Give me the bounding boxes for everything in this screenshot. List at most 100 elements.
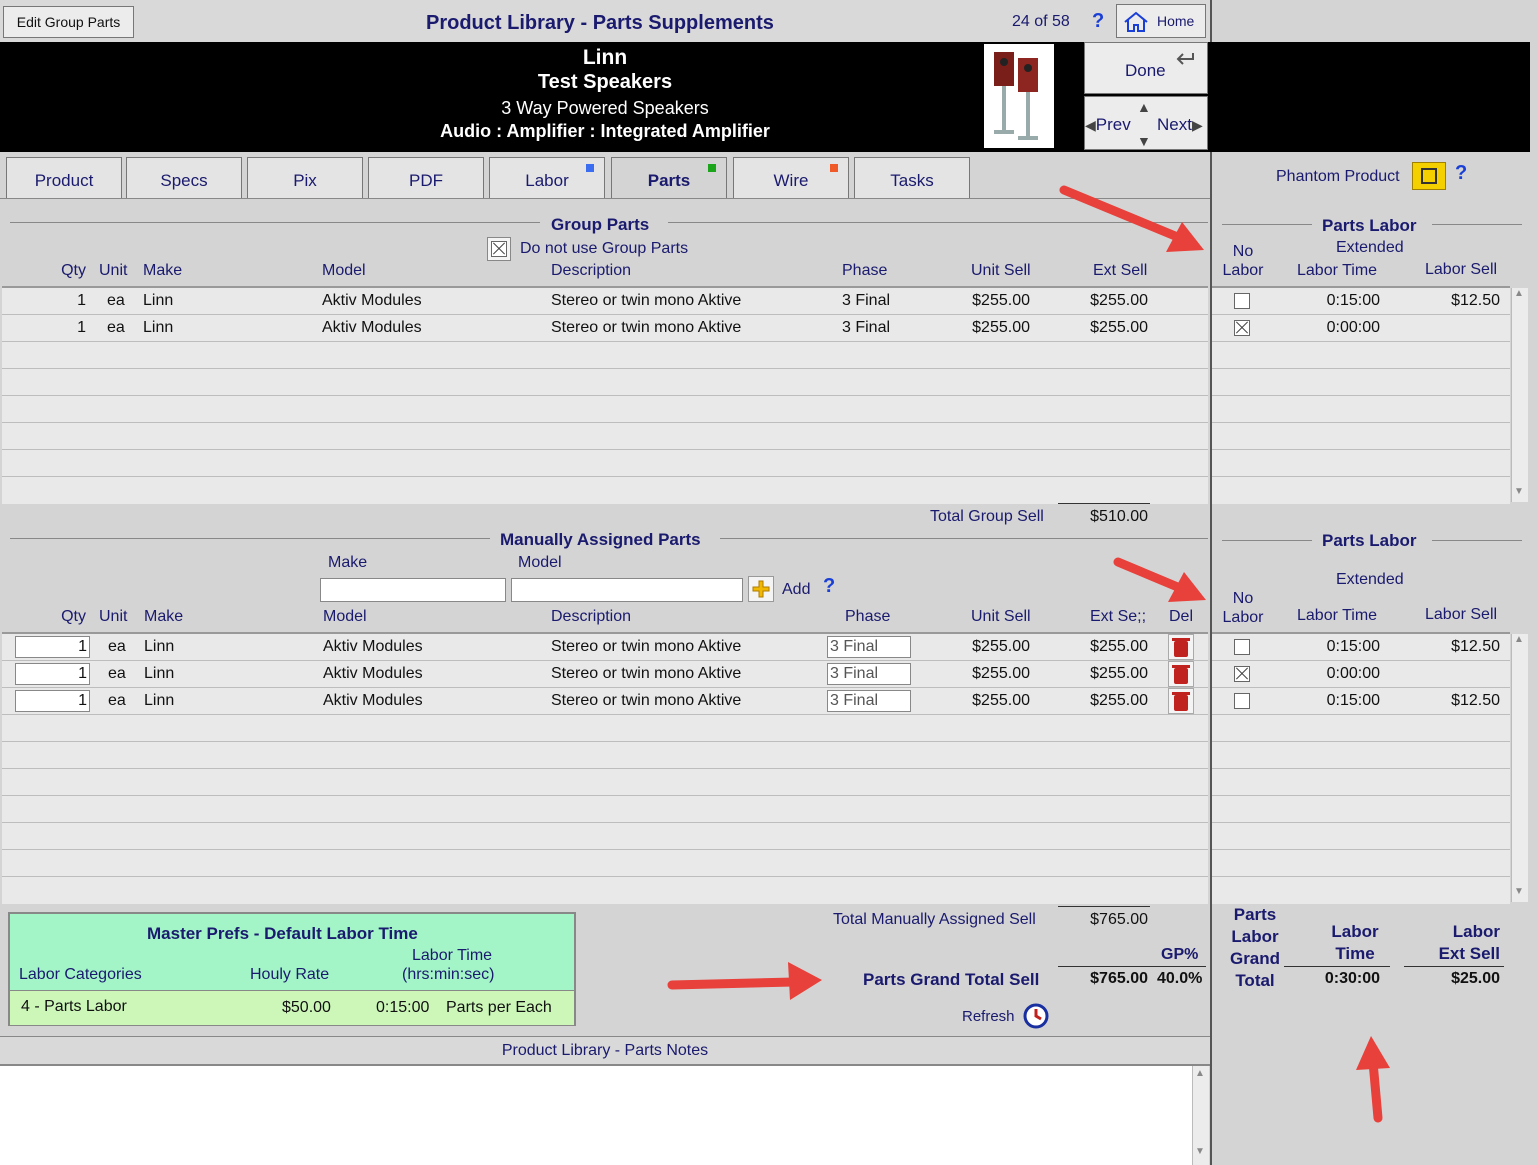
phase-input[interactable]: 3 Final: [827, 636, 911, 658]
tab-labor[interactable]: Labor: [489, 157, 605, 199]
no-labor-label: No: [1232, 243, 1254, 260]
cell-labor-time: 0:15:00: [1326, 692, 1380, 709]
help-icon[interactable]: ?: [823, 575, 835, 598]
refresh-label[interactable]: Refresh: [962, 1008, 1015, 1025]
no-labor-label: Labor: [1222, 262, 1264, 279]
scroll-down-icon[interactable]: ▼: [1514, 486, 1524, 497]
next-button[interactable]: Next▶: [1157, 115, 1203, 135]
delete-button[interactable]: [1168, 634, 1194, 660]
table-row[interactable]: 4 - Parts Labor $50.00 0:15:00 Parts per…: [10, 990, 574, 1025]
trash-icon: [1172, 638, 1190, 657]
cell-rate: $50.00: [282, 999, 331, 1016]
grand-total-label: Parts Grand Total Sell: [863, 970, 1040, 989]
no-labor-checkbox[interactable]: [1234, 293, 1250, 309]
home-button[interactable]: Home: [1116, 4, 1206, 38]
cell-phase: 3 Final: [842, 292, 891, 309]
scroll-up-icon[interactable]: ▲: [1514, 288, 1524, 299]
qty-input[interactable]: 1: [15, 663, 90, 685]
model-label: Model: [518, 554, 562, 571]
no-labor-checkbox[interactable]: [1234, 639, 1250, 655]
make-input[interactable]: [320, 578, 506, 602]
labor-grand-title-line: Labor: [1231, 927, 1279, 946]
labor-sell-label: Labor Sell: [1425, 261, 1498, 278]
scroll-down-icon[interactable]: ▼: [1137, 131, 1151, 151]
section-rule: [1432, 540, 1522, 541]
parts-labor-title: Parts Labor: [1322, 216, 1417, 235]
gp-label: GP%: [1161, 946, 1199, 963]
model-input[interactable]: [511, 578, 743, 602]
cell-unit: ea: [108, 692, 126, 709]
add-label[interactable]: Add: [782, 581, 810, 599]
cell-unit: ea: [108, 638, 126, 655]
edit-group-parts-button[interactable]: Edit Group Parts: [3, 6, 134, 38]
no-labor-label: Labor: [1222, 609, 1264, 626]
tab-product[interactable]: Product: [6, 157, 122, 199]
section-rule: [668, 222, 1208, 223]
cell-model: Aktiv Modules: [322, 319, 422, 336]
extended-label: Extended: [1336, 571, 1404, 588]
scroll-down-icon[interactable]: ▼: [1195, 1146, 1205, 1157]
checkbox-checked-icon: [491, 241, 507, 257]
done-button[interactable]: Done: [1084, 42, 1208, 94]
scroll-down-icon[interactable]: ▼: [1514, 886, 1524, 897]
delete-button[interactable]: [1168, 688, 1194, 714]
record-count: 24 of 58: [1012, 13, 1070, 30]
tab-label: Parts: [647, 171, 691, 190]
tab-tasks[interactable]: Tasks: [854, 157, 970, 199]
next-label: Next: [1157, 115, 1192, 134]
cell-qty: 1: [77, 319, 86, 336]
master-prefs-panel: Master Prefs - Default Labor Time Labor …: [8, 912, 576, 1026]
help-icon[interactable]: ?: [1455, 162, 1467, 185]
help-icon[interactable]: ?: [1092, 10, 1104, 33]
col-model: Model: [322, 262, 366, 279]
tab-label: Specs: [160, 171, 208, 190]
phase-input[interactable]: 3 Final: [827, 663, 911, 685]
add-part-button[interactable]: [748, 576, 774, 602]
qty-input[interactable]: 1: [15, 636, 90, 658]
header-line: Labor: [1452, 922, 1500, 941]
notes-textarea[interactable]: [0, 1066, 1192, 1165]
no-labor-checkbox[interactable]: [1234, 666, 1250, 682]
tab-specs[interactable]: Specs: [126, 157, 242, 199]
extended-label: Extended: [1336, 239, 1404, 256]
cell-basis: Parts per Each: [446, 999, 552, 1016]
scroll-up-icon[interactable]: ▲: [1195, 1068, 1205, 1079]
do-not-use-group-checkbox[interactable]: [487, 237, 511, 261]
phantom-checkbox-icon: [1421, 168, 1437, 184]
cell-labor-sell: $12.50: [1451, 638, 1500, 655]
col-labor-time: Labor Time: [412, 947, 493, 964]
tab-pdf[interactable]: PDF: [368, 157, 484, 199]
prev-button[interactable]: ◀Prev: [1085, 115, 1131, 135]
manual-labor-scrollbar[interactable]: ▲ ▼: [1511, 634, 1528, 902]
tab-wire[interactable]: Wire: [733, 157, 849, 199]
phantom-product-label: Phantom Product: [1276, 168, 1400, 185]
scroll-up-icon[interactable]: ▲: [1137, 97, 1151, 117]
group-labor-scrollbar[interactable]: ▲ ▼: [1511, 288, 1528, 502]
scroll-up-icon[interactable]: ▲: [1514, 634, 1524, 645]
refresh-icon[interactable]: [1022, 1002, 1050, 1030]
cell-model: Aktiv Modules: [323, 692, 423, 709]
cell-model: Aktiv Modules: [323, 665, 423, 682]
tab-parts[interactable]: Parts: [611, 157, 727, 199]
phantom-product-toggle[interactable]: [1412, 162, 1446, 190]
cell-qty: 1: [77, 292, 86, 309]
col-description: Description: [551, 262, 632, 279]
col-description: Description: [551, 608, 632, 625]
qty-input[interactable]: 1: [15, 690, 90, 712]
section-rule: [1222, 540, 1312, 541]
cell-make: Linn: [144, 692, 175, 709]
delete-button[interactable]: [1168, 661, 1194, 687]
phase-input[interactable]: 3 Final: [827, 690, 911, 712]
group-parts-title: Group Parts: [551, 215, 650, 234]
notes-scrollbar[interactable]: ▲ ▼: [1192, 1066, 1209, 1165]
grand-total-value: $765.00: [1090, 970, 1148, 987]
no-labor-checkbox[interactable]: [1234, 320, 1250, 336]
cell-make: Linn: [144, 665, 175, 682]
product-header: Linn Test Speakers 3 Way Powered Speaker…: [0, 42, 1210, 152]
no-labor-checkbox[interactable]: [1234, 693, 1250, 709]
labor-grand-title-line: Parts: [1233, 905, 1277, 924]
no-labor-label: No: [1232, 590, 1254, 607]
cell-make: Linn: [143, 292, 174, 309]
tab-pix[interactable]: Pix: [247, 157, 363, 199]
col-labor-categories: Labor Categories: [19, 966, 142, 983]
